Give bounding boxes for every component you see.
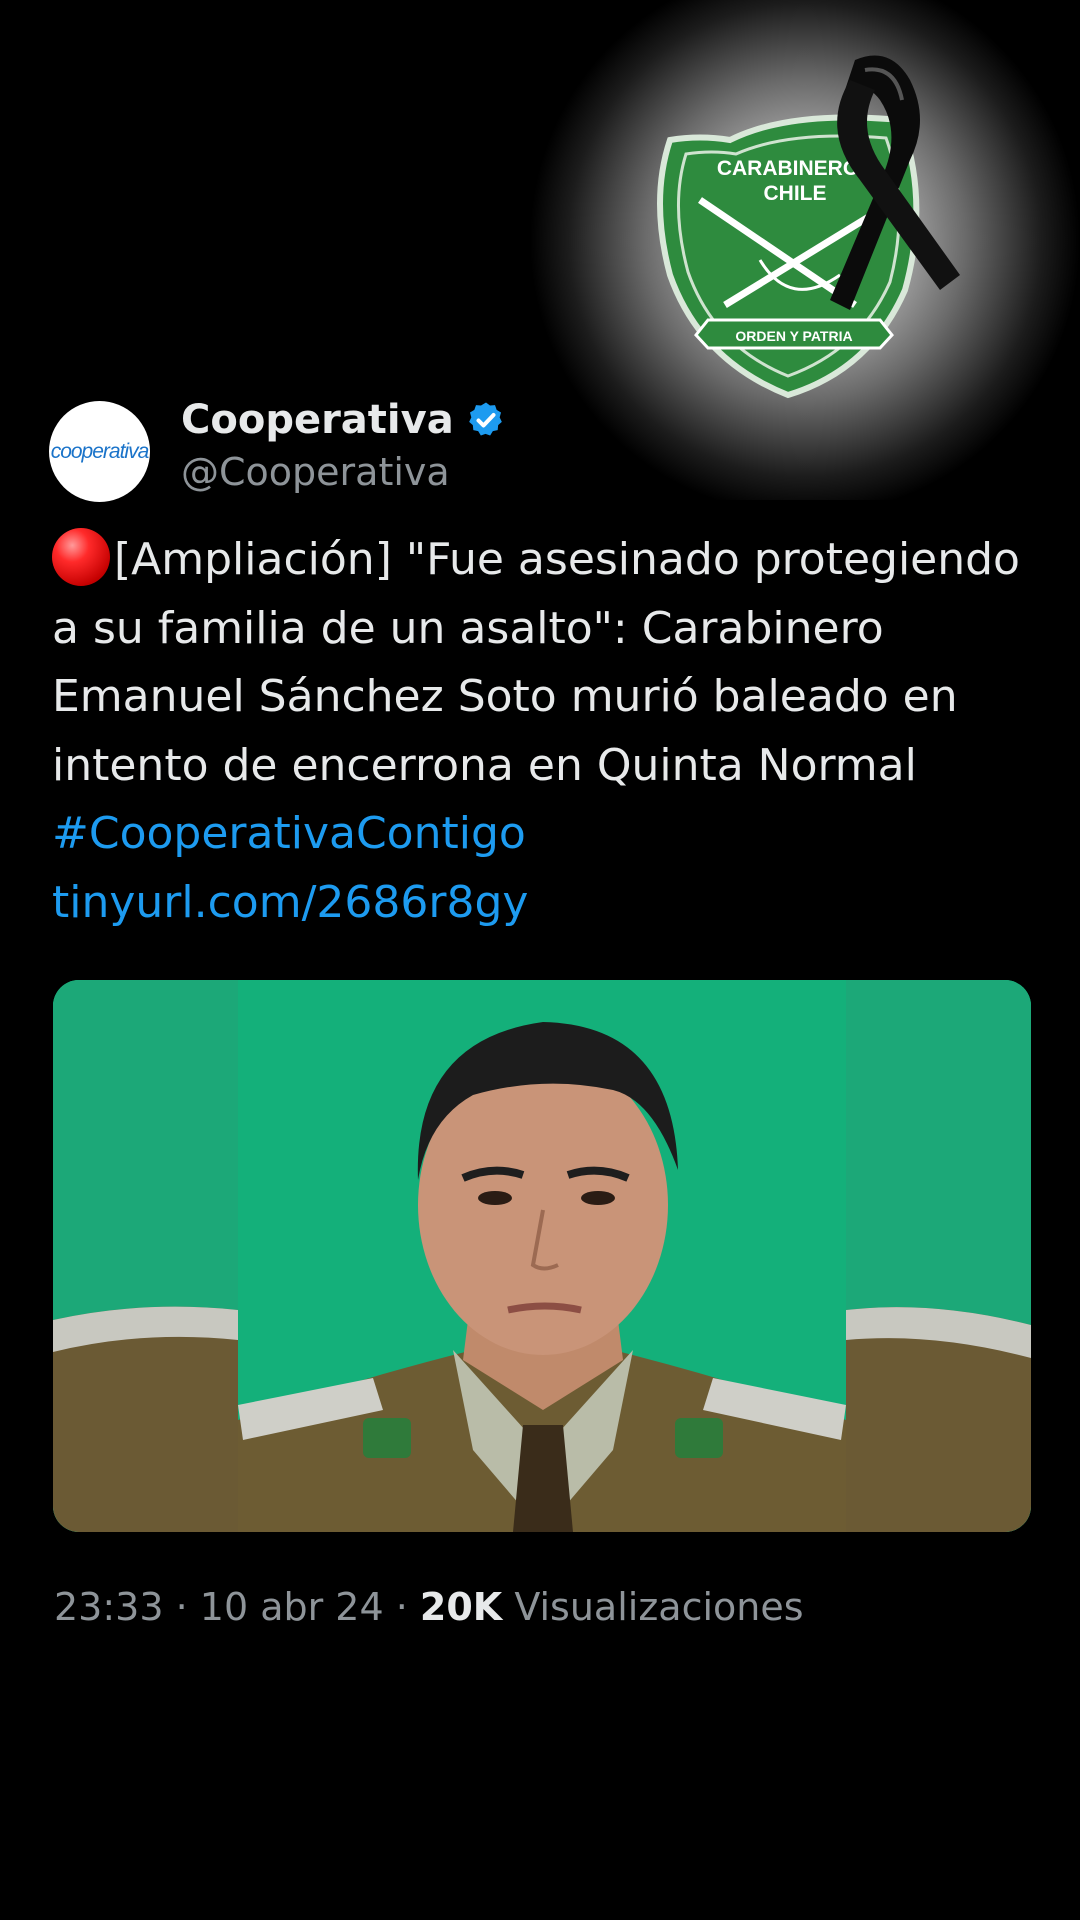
tweet-text: [Ampliación] "Fue asesinado protegiendo … bbox=[52, 526, 1052, 937]
officer-portrait-image bbox=[53, 980, 1031, 1532]
tweet-time[interactable]: 23:33 bbox=[54, 1585, 164, 1629]
tweet-body: [Ampliación] "Fue asesinado protegiendo … bbox=[52, 534, 1020, 791]
avatar-logo-text: cooperativa bbox=[50, 439, 150, 463]
red-circle-icon bbox=[52, 528, 110, 586]
meta-separator: · bbox=[383, 1585, 420, 1629]
views-count: 20K bbox=[419, 1585, 503, 1629]
tweet-photo[interactable] bbox=[53, 980, 1031, 1532]
emblem-banner-text: ORDEN Y PATRIA bbox=[735, 328, 852, 344]
tweet-meta: 23:33 · 10 abr 24 · 20K Visualizaciones bbox=[54, 1585, 804, 1629]
author-avatar[interactable]: cooperativa bbox=[49, 401, 150, 502]
meta-separator: · bbox=[163, 1585, 200, 1629]
verified-badge-icon bbox=[468, 402, 502, 436]
carabineros-mourning-emblem-icon: CARABINEROS CHILE ORDEN Y PATRIA bbox=[657, 55, 960, 399]
author-name-row: Cooperativa bbox=[181, 397, 506, 443]
views-label: Visualizaciones bbox=[502, 1585, 804, 1629]
tweet-date[interactable]: 10 abr 24 bbox=[200, 1585, 384, 1629]
author-display-name[interactable]: Cooperativa bbox=[181, 397, 454, 443]
author-handle[interactable]: @Cooperativa bbox=[181, 450, 450, 494]
url-link[interactable]: tinyurl.com/2686r8gy bbox=[52, 877, 528, 928]
emblem-top-text-2: CHILE bbox=[764, 182, 827, 205]
carabineros-emblem: CARABINEROS CHILE ORDEN Y PATRIA bbox=[640, 50, 970, 400]
hashtag-link[interactable]: #CooperativaContigo bbox=[52, 808, 526, 859]
